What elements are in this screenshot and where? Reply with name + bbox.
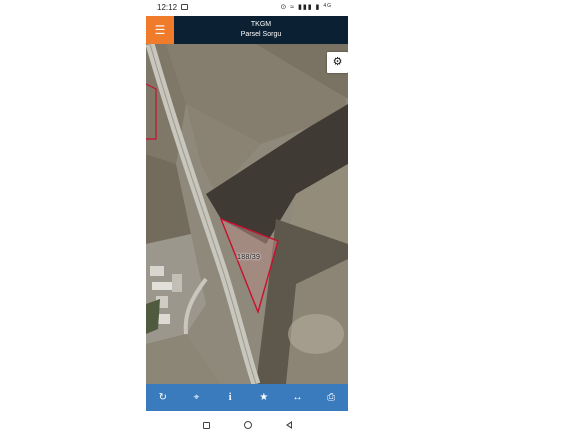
app-subtitle: Parsel Sorgu: [240, 31, 282, 38]
phone-screen: 12:12 ⊙ ≈ ▮▮▮ ▮ 4G ☰ TKGM Parsel Sorgu ⚙…: [146, 0, 348, 439]
printer-icon: ⎙: [327, 391, 336, 403]
measure-button[interactable]: ↔: [287, 388, 307, 408]
app-title-block: TKGM Parsel Sorgu: [174, 20, 348, 40]
arrows-horizontal-icon: ↔: [292, 391, 303, 403]
info-button[interactable]: i: [220, 388, 240, 408]
locate-button[interactable]: ⌖: [186, 388, 206, 408]
app-header: ☰ TKGM Parsel Sorgu: [146, 16, 348, 44]
satellite-map[interactable]: ⚙ 188/39: [146, 44, 348, 384]
status-time: 12:12: [157, 3, 178, 12]
recents-icon[interactable]: [202, 421, 210, 429]
status-icons: ⊙ ≈ ▮▮▮ ▮: [280, 4, 321, 11]
home-icon[interactable]: [243, 421, 252, 429]
menu-button[interactable]: ☰: [146, 16, 174, 44]
info-icon: i: [228, 391, 232, 403]
parcel-number-label: 188/39: [237, 254, 261, 261]
refresh-button[interactable]: ↻: [153, 388, 173, 408]
status-indicators: ⊙ ≈ ▮▮▮ ▮ 4G: [280, 3, 332, 11]
print-button[interactable]: ⎙: [321, 388, 341, 408]
system-nav-bar: [146, 411, 348, 439]
satellite-imagery: [146, 44, 348, 384]
notification-icon: [181, 4, 188, 10]
favorite-button[interactable]: ★: [254, 388, 274, 408]
back-icon[interactable]: [285, 421, 292, 429]
network-type: 4G: [323, 3, 332, 9]
map-settings-button[interactable]: ⚙: [327, 52, 348, 73]
refresh-icon: ↻: [158, 391, 168, 403]
app-title: TKGM: [250, 21, 272, 28]
bottom-toolbar: ↻ ⌖ i ★ ↔ ⎙: [146, 384, 348, 411]
status-bar: 12:12 ⊙ ≈ ▮▮▮ ▮ 4G: [146, 0, 348, 16]
crosshair-icon: ⌖: [193, 391, 200, 403]
hamburger-icon: ☰: [154, 23, 166, 37]
star-icon: ★: [259, 391, 269, 403]
gear-icon: ⚙: [332, 56, 343, 68]
